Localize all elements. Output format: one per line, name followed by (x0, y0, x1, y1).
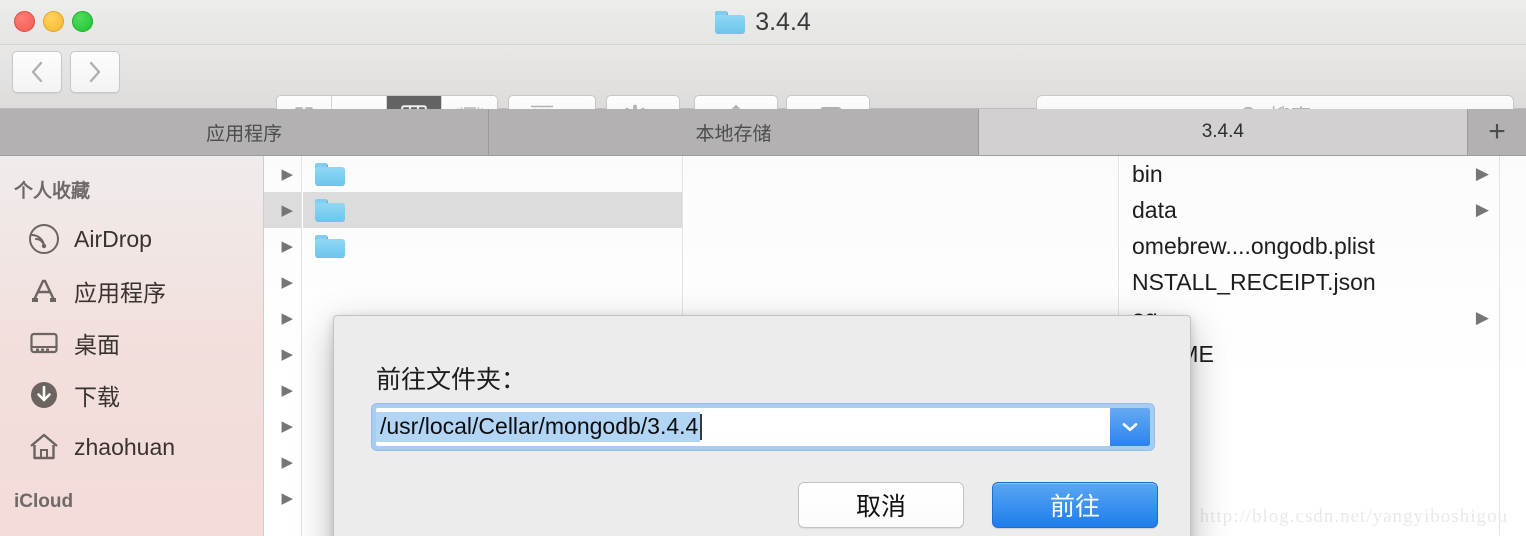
disclosure-icon: ▶ (281, 238, 293, 255)
chevron-right-icon (89, 61, 101, 83)
chevron-left-icon (31, 61, 43, 83)
column-previous[interactable]: ▶ ▶ ▶ ▶ ▶ ▶ ▶ ▶ ▶ ▶ (264, 156, 302, 536)
list-item[interactable]: ▶ (264, 228, 301, 264)
sidebar-item-downloads[interactable]: 下载 (0, 369, 263, 421)
go-to-folder-dialog: 前往文件夹： /usr/local/Cellar/mongodb/3.4.4 取… (333, 315, 1191, 536)
column-item-label: data (1132, 196, 1177, 223)
folder-icon (715, 11, 746, 34)
sidebar-item-label: 桌面 (74, 332, 120, 358)
disclosure-icon: ▶ (281, 310, 293, 327)
column-item[interactable]: bin ▶ (1120, 156, 1499, 192)
cancel-button[interactable]: 取消 (798, 482, 964, 528)
disclosure-icon: ▶ (281, 346, 293, 363)
watermark: http://blog.csdn.net/yangyiboshigou (1199, 506, 1508, 527)
column-item[interactable] (303, 192, 682, 228)
titlebar: 3.4.4 (0, 0, 1526, 45)
list-item[interactable]: ▶ (264, 408, 301, 444)
folder-icon (315, 198, 345, 222)
sidebar-item-label: 应用程序 (74, 280, 166, 306)
list-item[interactable]: ▶ (264, 264, 301, 300)
column-item[interactable] (303, 156, 682, 192)
column-item[interactable]: NSTALL_RECEIPT.json (1120, 264, 1499, 300)
tab-applications[interactable]: 应用程序 (0, 109, 490, 155)
sidebar-item-airdrop[interactable]: AirDrop (0, 213, 263, 265)
dialog-label: 前往文件夹： (376, 366, 527, 394)
disclosure-icon: ▶ (1475, 164, 1489, 183)
column-item-label: omebrew....ongodb.plist (1132, 232, 1375, 259)
sidebar-item-applications[interactable]: 应用程序 (0, 265, 263, 317)
column-item-label: bin (1132, 160, 1163, 187)
new-tab-button[interactable]: + (1467, 109, 1526, 155)
text-caret (700, 414, 703, 440)
list-item[interactable]: ▶ (264, 480, 301, 516)
disclosure-icon: ▶ (1475, 200, 1489, 219)
column-item[interactable]: data ▶ (1120, 192, 1499, 228)
column-item[interactable] (303, 228, 682, 264)
dialog-buttons: 取消 前往 (798, 482, 1158, 528)
list-item[interactable]: ▶ (264, 444, 301, 480)
sidebar: 个人收藏 AirDrop 应用程序 桌面 下载 zhaohuan iCloud (0, 156, 264, 536)
sidebar-item-desktop[interactable]: 桌面 (0, 317, 263, 369)
folder-icon (315, 234, 345, 258)
list-item[interactable]: ▶ (264, 372, 301, 408)
disclosure-icon: ▶ (1475, 308, 1489, 327)
disclosure-icon: ▶ (281, 274, 293, 291)
disclosure-icon: ▶ (281, 418, 293, 435)
go-button[interactable]: 前往 (992, 482, 1158, 528)
window-title: 3.4.4 (0, 0, 1526, 45)
sidebar-item-label: zhaohuan (74, 433, 176, 460)
sidebar-item-label: AirDrop (74, 225, 152, 252)
disclosure-icon: ▶ (281, 202, 293, 219)
disclosure-icon: ▶ (281, 166, 293, 183)
chevron-down-icon (1122, 423, 1138, 432)
path-input-wrapper[interactable]: /usr/local/Cellar/mongodb/3.4.4 (372, 404, 1154, 450)
back-button[interactable] (12, 51, 62, 93)
path-input[interactable]: /usr/local/Cellar/mongodb/3.4.4 (376, 408, 1150, 446)
list-item[interactable]: ▶ (264, 300, 301, 336)
path-input-value: /usr/local/Cellar/mongodb/3.4.4 (376, 412, 701, 442)
sidebar-item-label: 下载 (74, 384, 120, 410)
column-four[interactable] (1501, 156, 1526, 536)
tab-bar: 应用程序 本地存储 3.4.4 + (0, 109, 1526, 156)
sidebar-section-icloud: iCloud (14, 491, 74, 512)
home-icon (28, 431, 60, 463)
list-item[interactable]: ▶ (264, 156, 301, 192)
nav-buttons (12, 51, 120, 93)
disclosure-icon: ▶ (281, 490, 293, 507)
content-area: 个人收藏 AirDrop 应用程序 桌面 下载 zhaohuan iCloud … (0, 156, 1526, 536)
disclosure-icon: ▶ (281, 382, 293, 399)
applications-icon (28, 275, 60, 307)
airdrop-icon (28, 223, 60, 255)
downloads-icon (28, 379, 60, 411)
list-item[interactable]: ▶ (264, 192, 301, 228)
sidebar-item-home[interactable]: zhaohuan (0, 421, 263, 473)
finder-window: 3.4.4 应用程序 本地存储 3.4.4 + 个人收藏 AirDrop 应用程… (0, 0, 1526, 536)
disclosure-icon: ▶ (281, 454, 293, 471)
list-item[interactable]: ▶ (264, 336, 301, 372)
tab-344[interactable]: 3.4.4 (978, 109, 1468, 155)
desktop-icon (28, 327, 60, 359)
tab-local-storage[interactable]: 本地存储 (489, 109, 979, 155)
sidebar-section-favorites: 个人收藏 (14, 181, 91, 202)
toolbar: 搜索 (0, 45, 1526, 137)
path-dropdown-button[interactable] (1110, 408, 1150, 446)
window-title-text: 3.4.4 (755, 8, 811, 36)
forward-button[interactable] (70, 51, 120, 93)
column-item-label: NSTALL_RECEIPT.json (1132, 268, 1376, 295)
folder-icon (315, 162, 345, 186)
column-item[interactable]: omebrew....ongodb.plist (1120, 228, 1499, 264)
